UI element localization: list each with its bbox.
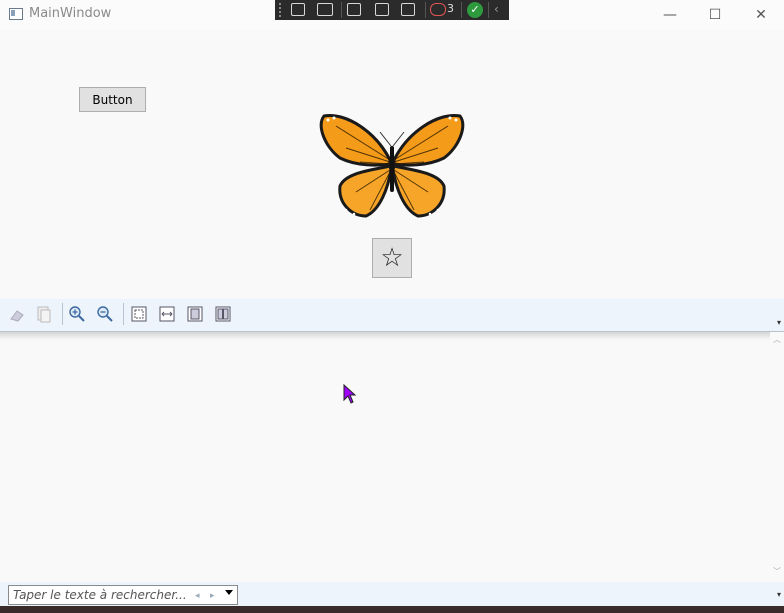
- binding-failures-count: 3: [447, 2, 454, 15]
- find-previous-icon[interactable]: ◂: [195, 591, 200, 601]
- find-next-icon[interactable]: ▸: [210, 591, 215, 601]
- document-viewer-toolbar: [0, 299, 784, 332]
- scroll-up-icon[interactable]: ︿: [772, 336, 782, 344]
- search-options-dropdown-icon[interactable]: [225, 590, 233, 595]
- scroll-down-icon[interactable]: ﹀: [772, 568, 782, 576]
- zoom-in-icon[interactable]: [67, 304, 87, 324]
- favorite-star-button[interactable]: ☆: [372, 238, 412, 278]
- close-button[interactable]: ✕: [738, 0, 784, 30]
- search-placeholder: Taper le texte à rechercher...: [13, 588, 187, 602]
- vertical-scrollbar[interactable]: ︿ ﹀: [770, 332, 784, 582]
- find-toolbar: Taper le texte à rechercher... ◂ ▸ ▾: [0, 582, 784, 606]
- track-focus-icon[interactable]: [401, 3, 415, 16]
- hot-reload-ok-icon[interactable]: ✓: [467, 2, 483, 18]
- select-element-icon[interactable]: [347, 3, 361, 16]
- fit-width-icon[interactable]: [157, 304, 177, 324]
- actual-size-icon[interactable]: [129, 304, 149, 324]
- star-icon: ☆: [380, 243, 404, 273]
- binding-failures-icon[interactable]: [430, 3, 446, 16]
- background-strip: [0, 606, 784, 613]
- maximize-button[interactable]: ☐: [692, 0, 738, 30]
- search-input[interactable]: Taper le texte à rechercher... ◂ ▸: [8, 585, 238, 605]
- single-page-icon[interactable]: [185, 304, 205, 324]
- two-pages-icon[interactable]: [213, 304, 233, 324]
- app-window-icon: [9, 8, 23, 20]
- window-title: MainWindow: [29, 6, 112, 21]
- main-button[interactable]: Button: [79, 87, 146, 112]
- minimize-button[interactable]: —: [647, 0, 693, 30]
- camera-icon[interactable]: [317, 3, 333, 16]
- display-adorners-icon[interactable]: [375, 3, 389, 16]
- zoom-out-icon[interactable]: [95, 304, 115, 324]
- findbar-overflow-icon[interactable]: ▾: [777, 590, 781, 599]
- live-visual-tree-icon[interactable]: [291, 3, 305, 16]
- document-viewer-area[interactable]: [0, 332, 770, 582]
- copy-icon[interactable]: [7, 304, 27, 324]
- mouse-cursor-icon: [343, 384, 357, 404]
- collapse-toolbar-icon[interactable]: ‹: [494, 2, 499, 16]
- toolbar-overflow-icon[interactable]: ▾: [777, 318, 781, 327]
- drag-grip-icon[interactable]: [279, 3, 285, 17]
- butterfly-image: [319, 114, 465, 218]
- xaml-debug-toolbar: 3 ✓ ‹: [275, 0, 509, 20]
- paste-icon[interactable]: [34, 304, 54, 324]
